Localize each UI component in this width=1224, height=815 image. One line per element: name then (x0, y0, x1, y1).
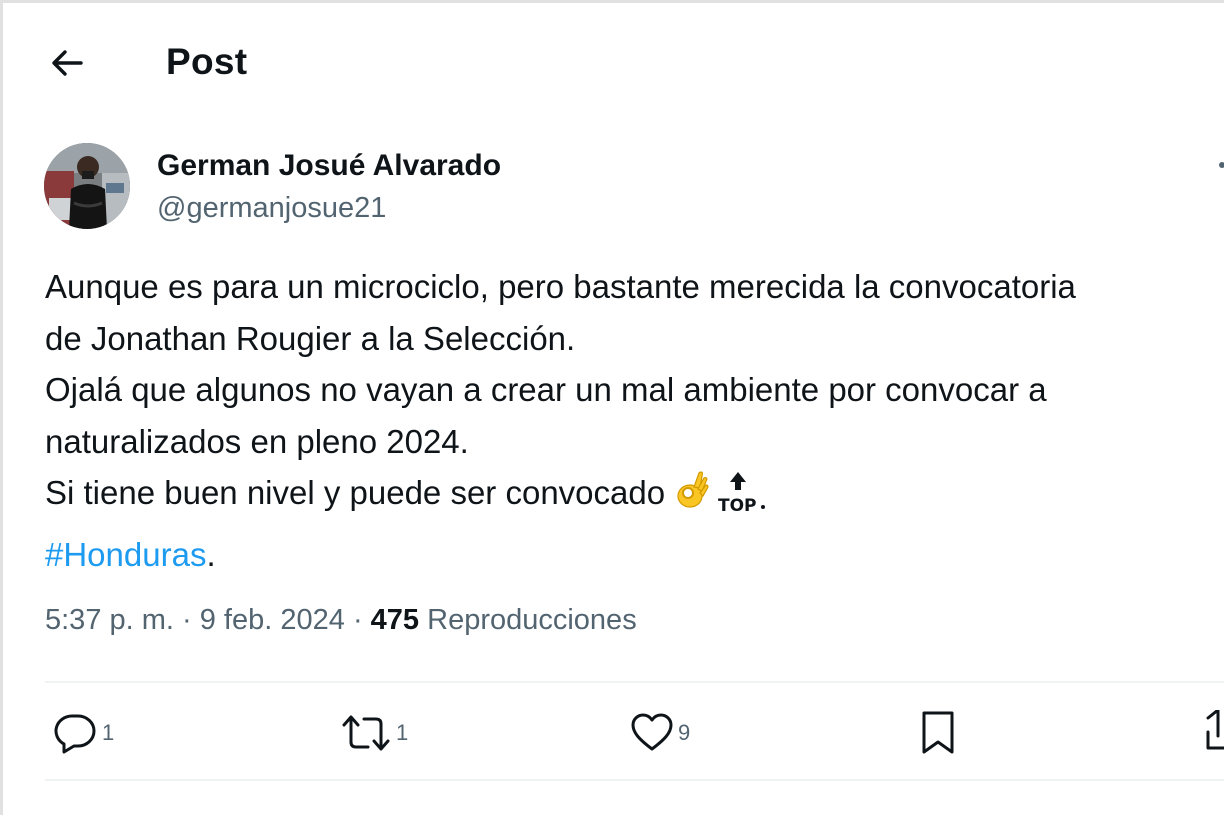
page-title: Post (166, 41, 248, 82)
post-line: Aunque es para un microciclo, pero basta… (45, 268, 1076, 305)
repost-icon (342, 715, 390, 751)
post-date[interactable]: 9 feb. 2024 (200, 604, 345, 636)
like-count: 9 (678, 720, 691, 745)
avatar-photo (44, 143, 130, 229)
top-arrow-emoji: TOP (715, 470, 767, 529)
bookmark-button[interactable] (918, 708, 958, 758)
post-line: de Jonathan Rougier a la Selección. (45, 319, 576, 357)
meta-separator: · (173, 604, 200, 636)
views-count: 475 (370, 604, 420, 636)
post-text: Aunque es para un microciclo, pero basta… (45, 261, 1224, 580)
post-line-hashtag: #Honduras. (45, 529, 1224, 581)
arrow-left-icon (52, 50, 83, 76)
author-handle[interactable]: @germanjosue21 (157, 192, 386, 225)
reply-button[interactable]: 1 (52, 708, 114, 758)
reply-count: 1 (102, 720, 115, 745)
views-label: Reproducciones (419, 604, 637, 636)
post-header: Post (0, 0, 1224, 125)
ok-hand-emoji (673, 470, 709, 525)
meta-separator: · (344, 604, 371, 636)
share-icon (1206, 710, 1224, 750)
more-options-icon[interactable] (1219, 162, 1224, 168)
like-button[interactable]: 9 (630, 708, 690, 758)
post-line-emoji: Si tiene buen nivel y puede ser convocad… (45, 467, 1224, 529)
post-line: Ojalá que algunos no vayan a crear un ma… (45, 371, 1047, 408)
reply-icon (54, 714, 96, 754)
avatar[interactable] (44, 143, 130, 229)
post-time[interactable]: 5:37 p. m. (45, 604, 174, 636)
post-line: naturalizados en pleno 2024. (45, 422, 469, 460)
divider (45, 779, 1224, 781)
heart-icon (631, 713, 673, 751)
post-line: Si tiene buen nivel y puede ser convocad… (45, 474, 666, 511)
bookmark-icon (922, 711, 954, 754)
top-emoji-text: TOP (718, 496, 757, 514)
hashtag-link[interactable]: #Honduras (45, 536, 206, 573)
repost-button[interactable]: 1 (340, 708, 408, 758)
share-button[interactable] (1204, 708, 1224, 758)
repost-count: 1 (396, 720, 409, 745)
divider (45, 681, 1224, 683)
post-meta: 5:37 p. m. · 9 feb. 2024 · 475 Reproducc… (45, 604, 637, 637)
back-button[interactable] (44, 40, 90, 86)
author-name[interactable]: German Josué Alvarado (157, 149, 501, 183)
hashtag-suffix: . (206, 535, 216, 573)
